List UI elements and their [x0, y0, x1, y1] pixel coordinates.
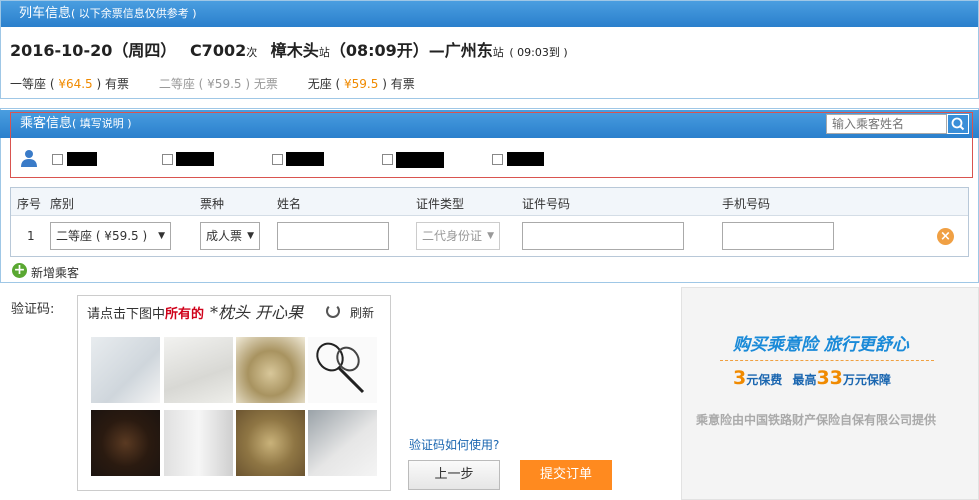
header-seat: 席别 — [50, 197, 75, 211]
captcha-tile-3[interactable] — [236, 337, 305, 403]
submit-order-button[interactable]: 提交订单 — [520, 460, 612, 490]
search-icon — [951, 117, 965, 131]
captcha-target-words: *枕头 开心果 — [210, 303, 304, 322]
seat-availability: 一等座 ( ¥64.5 ) 有票 二等座 ( ¥59.5 ) 无票 无座 ( ¥… — [10, 75, 441, 92]
ticket-type-select[interactable]: 成人票 ▼ — [200, 222, 260, 250]
train-number: C7002 — [189, 41, 247, 60]
header-index: 序号 — [17, 197, 42, 211]
tennis-racket-icon — [316, 342, 365, 394]
phone-input[interactable] — [722, 222, 834, 250]
ad-premium-text: 元保费 — [746, 373, 783, 387]
chevron-down-icon: ▼ — [247, 231, 254, 241]
captcha-tile-4[interactable] — [308, 337, 377, 403]
seat-status: 无票 — [253, 77, 278, 91]
ad-divider — [720, 360, 934, 361]
redacted-name — [507, 152, 544, 166]
seat-no-seat: 无座 ( ¥59.5 ) 有票 — [307, 77, 415, 91]
ticket-type-value: 成人票 — [206, 229, 243, 243]
id-type-select[interactable]: 二代身份证 ▼ — [416, 222, 500, 250]
seat-status: 有票 — [390, 77, 415, 91]
add-passenger-link[interactable]: 新增乘客 — [31, 264, 79, 281]
user-icon — [20, 149, 38, 167]
id-number-input[interactable] — [522, 222, 684, 250]
route-dash: — — [428, 41, 445, 60]
ad-premium-number: 3 — [733, 367, 747, 389]
seat-price: ¥59.5 — [344, 77, 379, 91]
seat-price: ¥64.5 — [58, 77, 93, 91]
table-header — [11, 188, 968, 216]
chevron-down-icon: ▼ — [487, 231, 494, 241]
captcha-tile-8[interactable] — [308, 410, 377, 476]
seat-name: 二等座 — [158, 77, 195, 91]
seat-select-value: 二等座 ( ¥59.5 ) — [56, 229, 148, 243]
seat-status: 有票 — [105, 77, 130, 91]
ad-footer: 乘意险由中国铁路财产保险自保有限公司提供 — [696, 413, 937, 427]
header-id-number: 证件号码 — [522, 197, 571, 211]
seat-price: ¥59.5 — [207, 77, 242, 91]
captcha-tile-1[interactable] — [91, 337, 160, 403]
depart-time: （08:09开） — [329, 41, 429, 60]
redacted-name — [396, 152, 444, 168]
ad-max-number: 33 — [816, 367, 843, 389]
travel-date: 2016-10-20（周四） — [10, 41, 177, 60]
redacted-name — [286, 152, 324, 166]
refresh-icon[interactable] — [326, 304, 340, 318]
captcha-tile-7[interactable] — [236, 410, 305, 476]
passenger-checkbox[interactable] — [382, 154, 393, 165]
captcha-label: 验证码: — [11, 302, 55, 317]
from-station: 樟木头 — [270, 41, 319, 60]
name-input[interactable] — [277, 222, 389, 250]
arrive-time: ( 09:03到 ) — [509, 46, 568, 59]
seat-first-class: 一等座 ( ¥64.5 ) 有票 — [10, 77, 130, 91]
header-ticket-type: 票种 — [200, 197, 225, 211]
captcha-tile-2[interactable] — [164, 337, 233, 403]
captcha-instruction-bold: 所有的 — [165, 307, 205, 322]
train-info-note: ( 以下余票信息仅供参考 ) — [71, 7, 197, 20]
train-info-title: 列车信息 — [19, 6, 72, 21]
header-id-type: 证件类型 — [416, 197, 465, 211]
seat-second-class: 二等座 ( ¥59.5 ) 无票 — [158, 77, 278, 91]
row-index: 1 — [27, 229, 35, 243]
captcha-refresh-button[interactable]: 刷新 — [350, 304, 374, 321]
header-phone: 手机号码 — [722, 197, 771, 211]
ad-subtitle: 3元保费 最高33万元保障 — [733, 367, 891, 389]
add-icon[interactable]: + — [12, 263, 27, 278]
redacted-name — [67, 152, 97, 166]
captcha-tile-5[interactable] — [91, 410, 160, 476]
remove-passenger-icon[interactable]: × — [937, 228, 954, 245]
chevron-down-icon: ▼ — [158, 231, 165, 241]
train-info-header: 列车信息( 以下余票信息仅供参考 ) — [1, 1, 978, 27]
to-station: 广州东 — [444, 41, 493, 60]
passenger-checkbox[interactable] — [272, 154, 283, 165]
id-type-value: 二代身份证 — [422, 229, 483, 243]
captcha-instruction-text: 请点击下图中 — [87, 307, 166, 322]
passenger-checkbox[interactable] — [492, 154, 503, 165]
seat-select[interactable]: 二等座 ( ¥59.5 ) ▼ — [50, 222, 171, 250]
captcha-tile-6[interactable] — [164, 410, 233, 476]
from-station-suffix: 站 — [318, 46, 330, 59]
train-summary: 2016-10-20（周四） C7002次 樟木头站（08:09开）—广州东站 … — [10, 37, 568, 61]
passenger-checkbox[interactable] — [162, 154, 173, 165]
passenger-checkbox[interactable] — [52, 154, 63, 165]
search-button[interactable] — [947, 114, 969, 134]
ad-title: 购买乘意险 旅行更舒心 — [733, 335, 909, 355]
seat-name: 一等座 — [10, 77, 47, 91]
ad-max-prefix: 最高 — [792, 373, 817, 387]
previous-step-button[interactable]: 上一步 — [408, 460, 500, 490]
to-station-suffix: 站 — [492, 46, 504, 59]
train-suffix: 次 — [246, 46, 258, 59]
redacted-name — [176, 152, 214, 166]
captcha-instruction: 请点击下图中所有的 — [87, 303, 204, 322]
insurance-ad[interactable] — [681, 287, 979, 500]
ad-max-text: 万元保障 — [842, 373, 891, 387]
captcha-help-link[interactable]: 验证码如何使用? — [409, 436, 499, 453]
passenger-search-input[interactable] — [826, 114, 947, 134]
seat-name: 无座 — [307, 77, 332, 91]
header-name: 姓名 — [277, 197, 302, 211]
